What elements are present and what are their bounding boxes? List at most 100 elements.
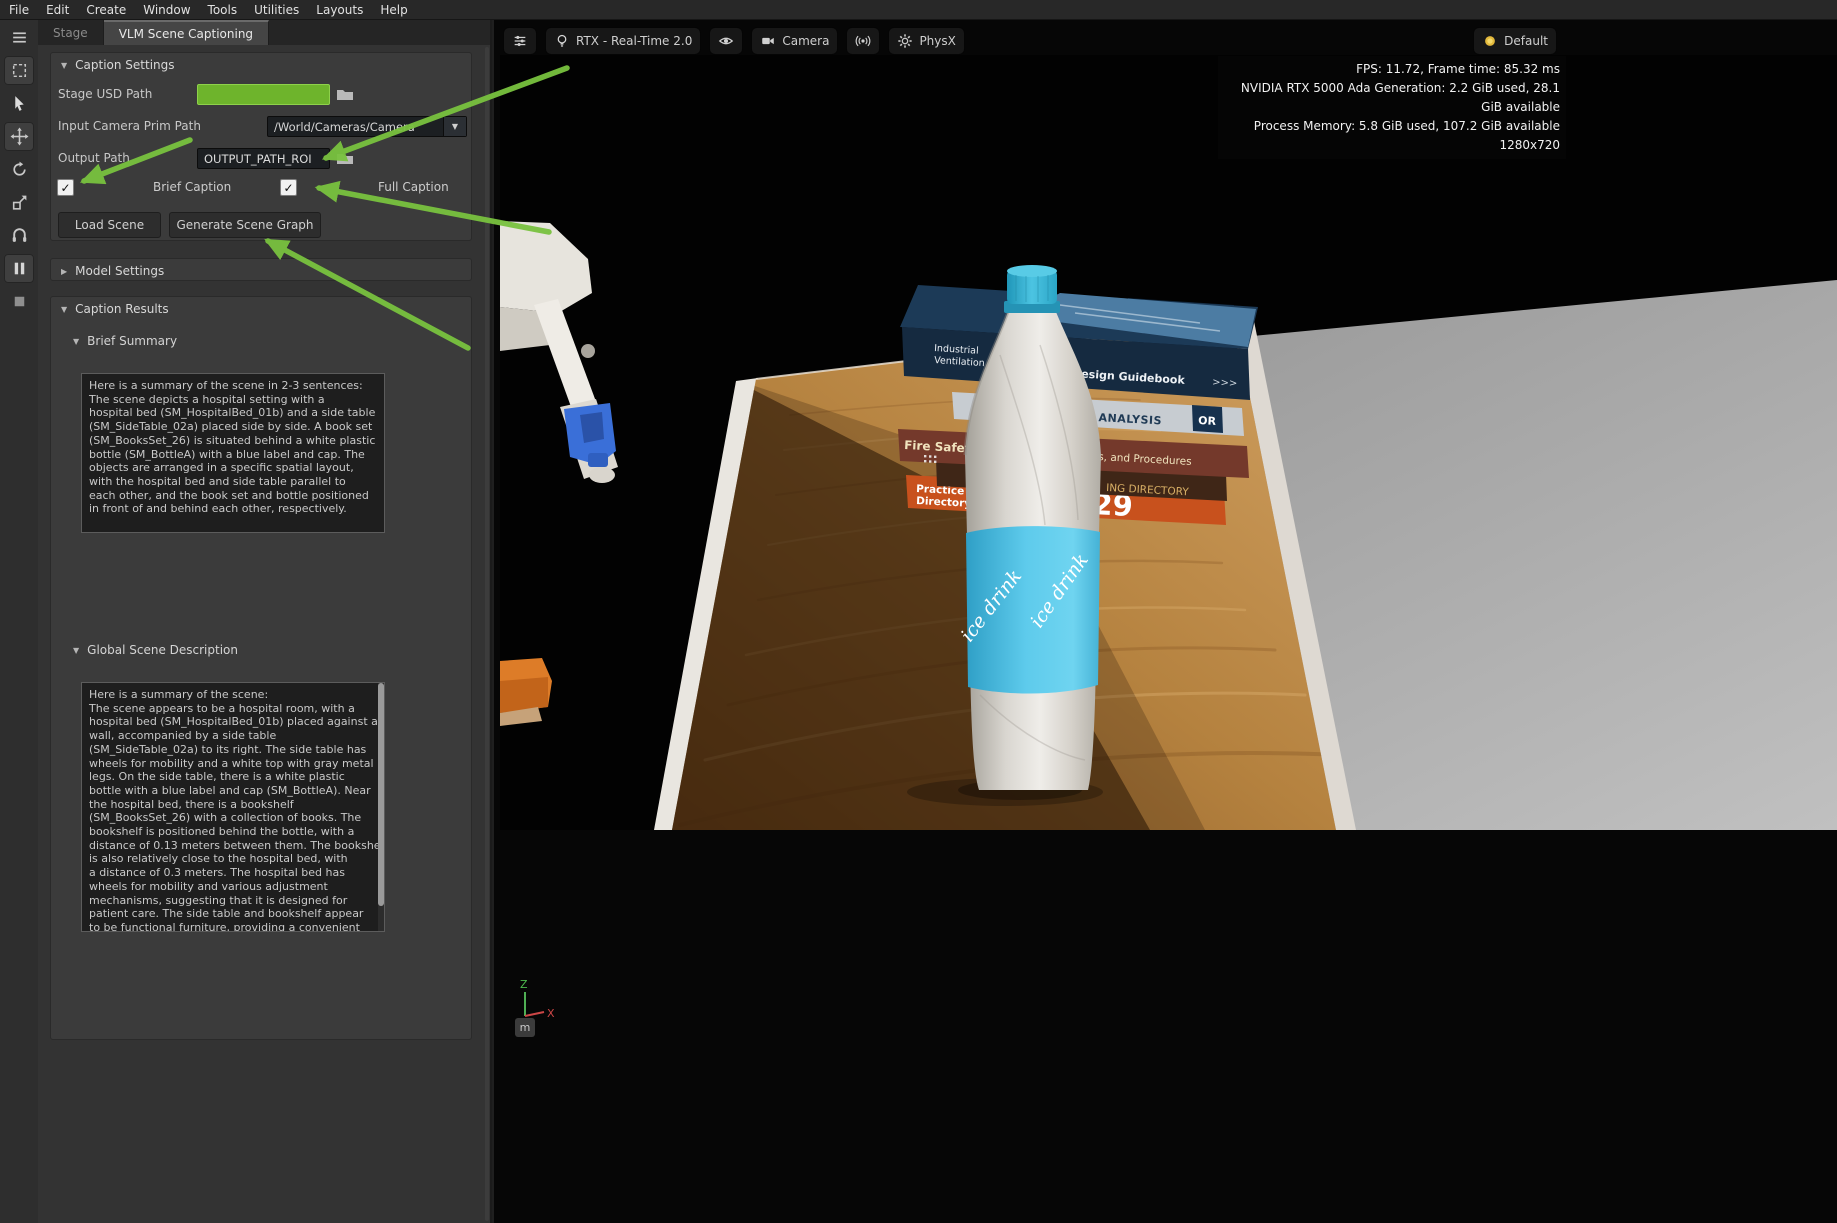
vlm-captioning-panel: Stage VLM Scene Captioning ▼ Caption Set… [38,20,492,1223]
menu-edit[interactable]: Edit [46,3,69,17]
stats-fps: FPS: 11.72, Frame time: 85.32 ms [1224,60,1560,79]
model-settings-title: Model Settings [75,264,164,278]
viewport-toolbar: RTX - Real-Time 2.0 Camera [503,27,965,55]
physx-label: PhysX [919,34,955,48]
menu-window[interactable]: Window [143,3,190,17]
caption-results-header[interactable]: ▼ Caption Results [51,297,471,321]
menu-bar: File Edit Create Window Tools Utilities … [0,0,1837,20]
left-tool-strip [0,20,38,1223]
select-mode-icon [10,61,29,80]
brief-caption-checkbox[interactable]: ✓ [57,179,74,196]
collapse-open-icon: ▼ [61,61,67,70]
visibility-button[interactable] [709,27,743,55]
scale-tool-button[interactable] [4,188,34,217]
global-scene-description-text[interactable]: Here is a summary of the scene: The scen… [81,682,385,932]
collapse-closed-icon: ▶ [61,267,67,276]
stage-usd-path-label: Stage USD Path [58,84,152,105]
output-path-label: Output Path [58,148,130,169]
default-light-label: Default [1504,34,1548,48]
global-scene-description-title: Global Scene Description [87,643,238,657]
input-camera-prim-path-value: /World/Cameras/Camera [268,120,443,134]
axis-x-label: X [547,1007,555,1020]
move-tool-button[interactable] [4,122,34,151]
brief-summary-text[interactable]: Here is a summary of the scene in 2-3 se… [81,373,385,533]
output-path-input[interactable]: OUTPUT_PATH_ROI [197,148,330,169]
collapse-open-icon: ▼ [73,337,79,346]
camera-button[interactable]: Camera [751,27,838,55]
menu-layouts[interactable]: Layouts [316,3,363,17]
eye-icon [718,33,734,49]
check-icon: ✓ [283,182,293,194]
collapse-open-icon: ▼ [73,646,79,655]
input-camera-prim-path-select[interactable]: /World/Cameras/Camera ▼ [267,116,467,137]
rotate-icon [10,160,29,179]
panel-scrollbar[interactable] [485,47,489,1221]
tab-stage[interactable]: Stage [38,20,104,45]
book-text: OR [1198,414,1217,428]
lightbulb-icon [554,33,570,49]
generate-scene-graph-button[interactable]: Generate Scene Graph [169,212,321,238]
select-mode-button[interactable] [4,56,34,85]
global-scene-description-header[interactable]: ▼ Global Scene Description [73,643,238,657]
menu-utilities[interactable]: Utilities [254,3,299,17]
renderer-label: RTX - Real-Time 2.0 [576,34,692,48]
bottle-cap [1004,265,1060,313]
input-camera-prim-path-label: Input Camera Prim Path [58,116,201,137]
unit-label: m [520,1021,531,1034]
output-path-browse-button[interactable] [336,151,354,166]
full-caption-label: Full Caption [378,179,449,195]
menu-tools[interactable]: Tools [208,3,238,17]
viewport-settings-button[interactable] [503,27,537,55]
stats-gpu: NVIDIA RTX 5000 Ada Generation: 2.2 GiB … [1224,79,1560,117]
snap-tool-button[interactable] [4,221,34,250]
chevron-down-icon[interactable]: ▼ [443,117,466,136]
lamp-icon [1482,33,1498,49]
caption-settings-title: Caption Settings [75,58,174,72]
folder-icon [336,151,354,166]
tab-vlm-scene-captioning[interactable]: VLM Scene Captioning [104,20,269,45]
stage-usd-path-input[interactable] [197,84,330,105]
default-light-button[interactable]: Default [1473,27,1557,55]
caption-results-section: ▼ Caption Results ▼ Brief Summary Here i… [50,296,472,1040]
menu-create[interactable]: Create [86,3,126,17]
rotate-tool-button[interactable] [4,155,34,184]
select-tool-button[interactable] [4,89,34,118]
check-icon: ✓ [60,182,70,194]
menu-file[interactable]: File [9,3,29,17]
book-text: >>> [1212,377,1238,390]
speaker-waves-icon [855,33,871,49]
brief-summary-header[interactable]: ▼ Brief Summary [73,334,177,348]
axis-z-label: Z [520,978,528,991]
hamburger-icon [10,28,29,47]
stage-usd-path-browse-button[interactable] [336,87,354,102]
caption-results-title: Caption Results [75,302,168,316]
caption-settings-header[interactable]: ▼ Caption Settings [51,53,471,77]
panel-tabs: Stage VLM Scene Captioning [38,20,490,45]
pause-button[interactable] [4,254,34,283]
physx-button[interactable]: PhysX [888,27,964,55]
scrollbar-thumb[interactable] [378,683,384,906]
camera-icon [760,33,776,49]
model-settings-header[interactable]: ▶ Model Settings [51,259,471,283]
audio-button[interactable] [846,27,880,55]
performance-stats: FPS: 11.72, Frame time: 85.32 ms NVIDIA … [1218,56,1566,159]
folder-icon [336,87,354,102]
snap-icon [10,226,29,245]
unit-chip[interactable]: m [515,1018,535,1037]
stats-resolution: 1280x720 [1224,136,1560,155]
full-caption-checkbox[interactable]: ✓ [280,179,297,196]
load-scene-button[interactable]: Load Scene [58,212,161,238]
application-window: File Edit Create Window Tools Utilities … [0,0,1837,1223]
cursor-icon [10,94,29,113]
panel-body: ▼ Caption Settings Stage USD Path Input … [38,45,490,1223]
stop-icon [10,292,29,311]
viewport: Practice Directory 29 ING DIRECTORY Fire… [494,20,1837,1223]
gear-icon [897,33,913,49]
viewport-render[interactable]: Practice Directory 29 ING DIRECTORY Fire… [500,55,1837,830]
stop-button[interactable] [4,287,34,316]
renderer-button[interactable]: RTX - Real-Time 2.0 [545,27,701,55]
description-scrollbar[interactable] [378,683,384,931]
menu-help[interactable]: Help [380,3,407,17]
toolbar-menu-button[interactable] [4,23,34,52]
collapse-open-icon: ▼ [61,305,67,314]
